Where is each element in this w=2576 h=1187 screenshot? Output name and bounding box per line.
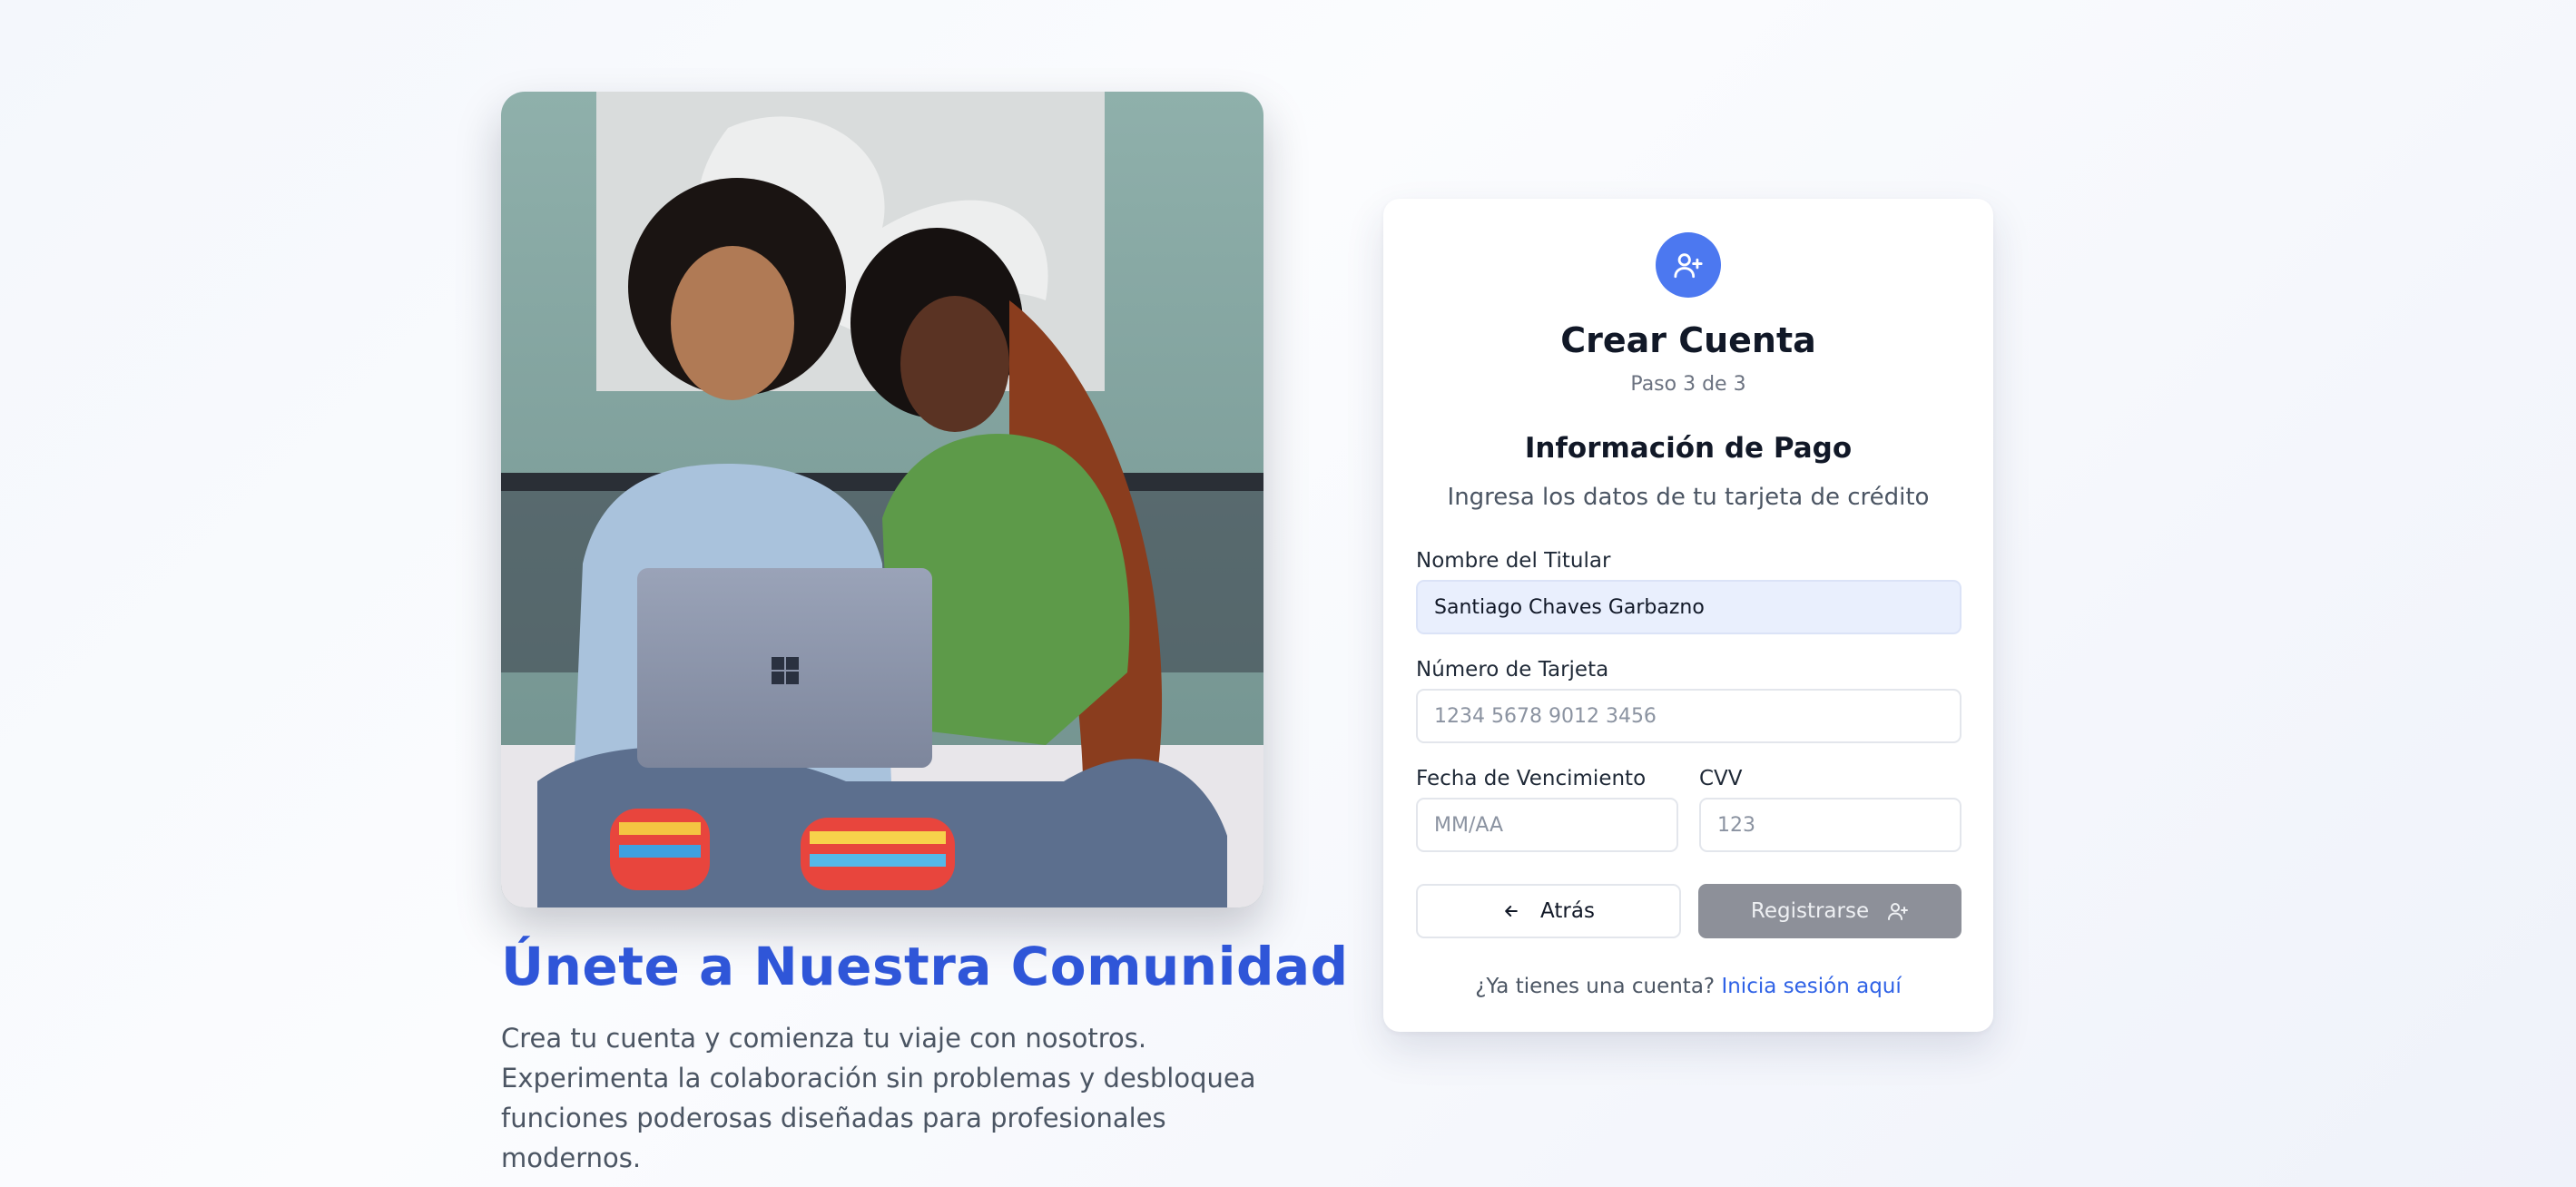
expiry-input[interactable] bbox=[1416, 798, 1678, 852]
cvv-input[interactable] bbox=[1699, 798, 1961, 852]
user-plus-icon bbox=[1656, 232, 1721, 298]
login-prompt-text: ¿Ya tienes una cuenta? bbox=[1475, 975, 1716, 998]
section-title: Información de Pago bbox=[1524, 432, 1853, 465]
login-link[interactable]: Inicia sesión aquí bbox=[1721, 975, 1901, 998]
hero-photo bbox=[501, 92, 1263, 907]
hero-description: Crea tu cuenta y comienza tu viaje con n… bbox=[501, 1023, 1256, 1173]
back-button-label: Atrás bbox=[1540, 899, 1595, 923]
signup-card: Crear Cuenta Paso 3 de 3 Información de … bbox=[1383, 199, 1993, 1032]
register-button[interactable]: Registrarse bbox=[1698, 884, 1961, 938]
hero-title: Únete a Nuestra Comunidad bbox=[501, 936, 1349, 997]
card-title: Crear Cuenta bbox=[1560, 320, 1816, 360]
expiry-label: Fecha de Vencimiento bbox=[1416, 767, 1647, 790]
user-plus-icon bbox=[1887, 900, 1909, 922]
holder-label: Nombre del Titular bbox=[1416, 549, 1611, 573]
back-button[interactable]: Atrás bbox=[1416, 884, 1681, 938]
cvv-label: CVV bbox=[1699, 767, 1743, 790]
arrow-left-icon bbox=[1502, 902, 1520, 920]
card-number-label: Número de Tarjeta bbox=[1416, 658, 1609, 682]
section-subtitle: Ingresa los datos de tu tarjeta de crédi… bbox=[1447, 484, 1930, 511]
card-number-input[interactable] bbox=[1416, 689, 1961, 743]
login-prompt: ¿Ya tienes una cuenta? Inicia sesión aqu… bbox=[1383, 972, 1993, 1001]
step-indicator: Paso 3 de 3 bbox=[1630, 373, 1746, 396]
register-button-label: Registrarse bbox=[1750, 899, 1870, 923]
holder-name-input[interactable] bbox=[1416, 580, 1961, 634]
